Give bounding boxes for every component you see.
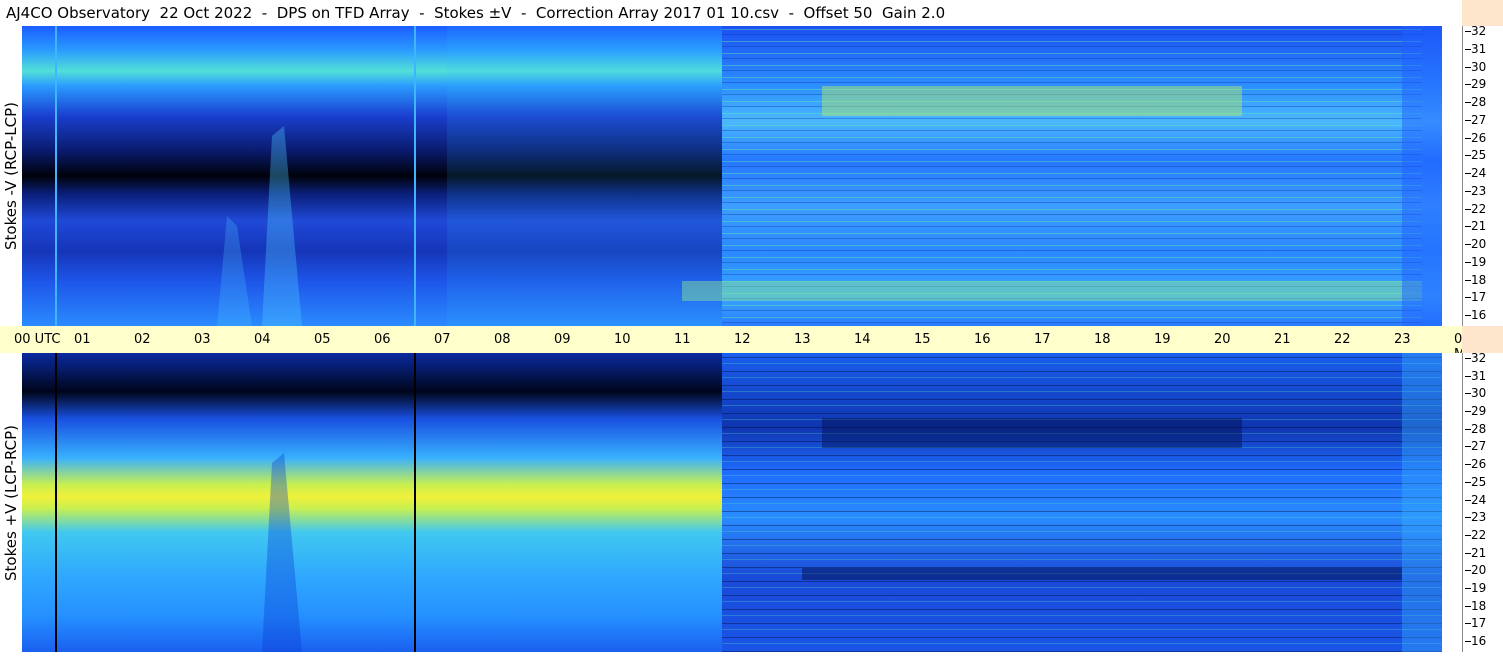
- panel-top-label-area: Stokes -V (RCP-LCP): [0, 26, 22, 326]
- frequency-tick: 26: [1464, 130, 1487, 145]
- spectrogram-top-image: [22, 26, 1442, 326]
- frequency-tick: 21: [1464, 219, 1487, 234]
- frequency-tick: 27: [1464, 112, 1487, 127]
- frequency-tick: 18: [1464, 272, 1487, 287]
- frequency-tick: 16: [1464, 308, 1487, 322]
- frequency-tick: 24: [1464, 492, 1487, 507]
- time-tick: 15: [914, 332, 931, 347]
- frequency-tick: 30: [1464, 59, 1487, 74]
- frequency-tick: 22: [1464, 527, 1487, 542]
- frequency-tick: 32: [1464, 24, 1487, 38]
- frequency-tick: 31: [1464, 368, 1487, 383]
- frequency-tick: 19: [1464, 254, 1487, 269]
- frequency-tick: 29: [1464, 77, 1487, 92]
- bottom-strip: [0, 652, 1503, 672]
- frequency-tick: 18: [1464, 598, 1487, 613]
- time-tick: 10: [614, 332, 631, 347]
- time-tick: 16: [974, 332, 991, 347]
- frequency-tick: 23: [1464, 510, 1487, 525]
- frequency-tick: 31: [1464, 41, 1487, 56]
- axis-right-top: [1442, 26, 1462, 326]
- time-tick: 13: [794, 332, 811, 347]
- time-tick: 03: [194, 332, 211, 347]
- frequency-tick: 17: [1464, 616, 1487, 631]
- frequency-tick: 20: [1464, 563, 1487, 578]
- frequency-tick: 27: [1464, 439, 1487, 454]
- time-tick: 22: [1334, 332, 1351, 347]
- frequency-tick: 17: [1464, 290, 1487, 305]
- time-tick: 05: [314, 332, 331, 347]
- time-tick: 14: [854, 332, 871, 347]
- time-tick: 18: [1094, 332, 1111, 347]
- frequency-tick: 21: [1464, 545, 1487, 560]
- time-tick: 09: [554, 332, 571, 347]
- time-tick: 08: [494, 332, 511, 347]
- frequency-tick: 24: [1464, 166, 1487, 180]
- time-tick: 07: [434, 332, 451, 347]
- frequency-tick: 22: [1464, 201, 1487, 216]
- time-tick: 02: [134, 332, 151, 347]
- time-tick: 11: [674, 332, 691, 347]
- spectrogram-bottom-image: [22, 353, 1442, 652]
- time-tick: 23: [1394, 332, 1411, 347]
- panel-bottom-label: Stokes +V (LCP-RCP): [2, 424, 20, 581]
- title-bar: AJ4CO Observatory 22 Oct 2022 - DPS on T…: [0, 0, 1460, 26]
- time-axis: 00 UTC 01 02 03 04 05 06 07 08 09 10 11 12 13 14 15 16 17…: [0, 326, 1482, 362]
- frequency-tick: 30: [1464, 386, 1487, 401]
- frequency-tick: 32: [1464, 351, 1487, 365]
- spectrogram-bottom: [22, 353, 1442, 652]
- spectrogram-top: [22, 26, 1442, 326]
- frequency-tick: 25: [1464, 148, 1487, 163]
- time-tick: 17: [1034, 332, 1051, 347]
- frequency-tick: 25: [1464, 474, 1487, 489]
- time-tick: 04: [254, 332, 271, 347]
- time-tick: 01: [74, 332, 91, 347]
- frequency-tick: 28: [1464, 95, 1487, 109]
- axis-right-bottom: [1442, 353, 1462, 652]
- frequency-tick: 19: [1464, 580, 1487, 595]
- corner-strip: [1462, 0, 1503, 26]
- frequency-axis-top: 32 31 30 29 28 27 26 25 24 23 22 21 20 19 18 17 16: [1462, 24, 1503, 326]
- time-tick: 06: [374, 332, 391, 347]
- frequency-tick: 26: [1464, 457, 1487, 472]
- frequency-tick: 29: [1464, 404, 1487, 419]
- time-tick: 20: [1214, 332, 1231, 347]
- frequency-axis-bottom: 32 31 30 29 28 27 26 25 24 23 22 21 20 19 18 17 16: [1462, 351, 1503, 652]
- panel-top-label: Stokes -V (RCP-LCP): [2, 102, 20, 250]
- time-tick: 19: [1154, 332, 1171, 347]
- time-tick: 21: [1274, 332, 1291, 347]
- frequency-tick: 23: [1464, 183, 1487, 198]
- frequency-tick: 20: [1464, 237, 1487, 251]
- panel-bottom-label-area: Stokes +V (LCP-RCP): [0, 353, 22, 652]
- frequency-tick: 16: [1464, 634, 1487, 648]
- time-tick: 00 UTC: [14, 332, 61, 347]
- axis-corner-strip: [1462, 326, 1503, 353]
- time-tick: 12: [734, 332, 751, 347]
- frequency-tick: 28: [1464, 421, 1487, 436]
